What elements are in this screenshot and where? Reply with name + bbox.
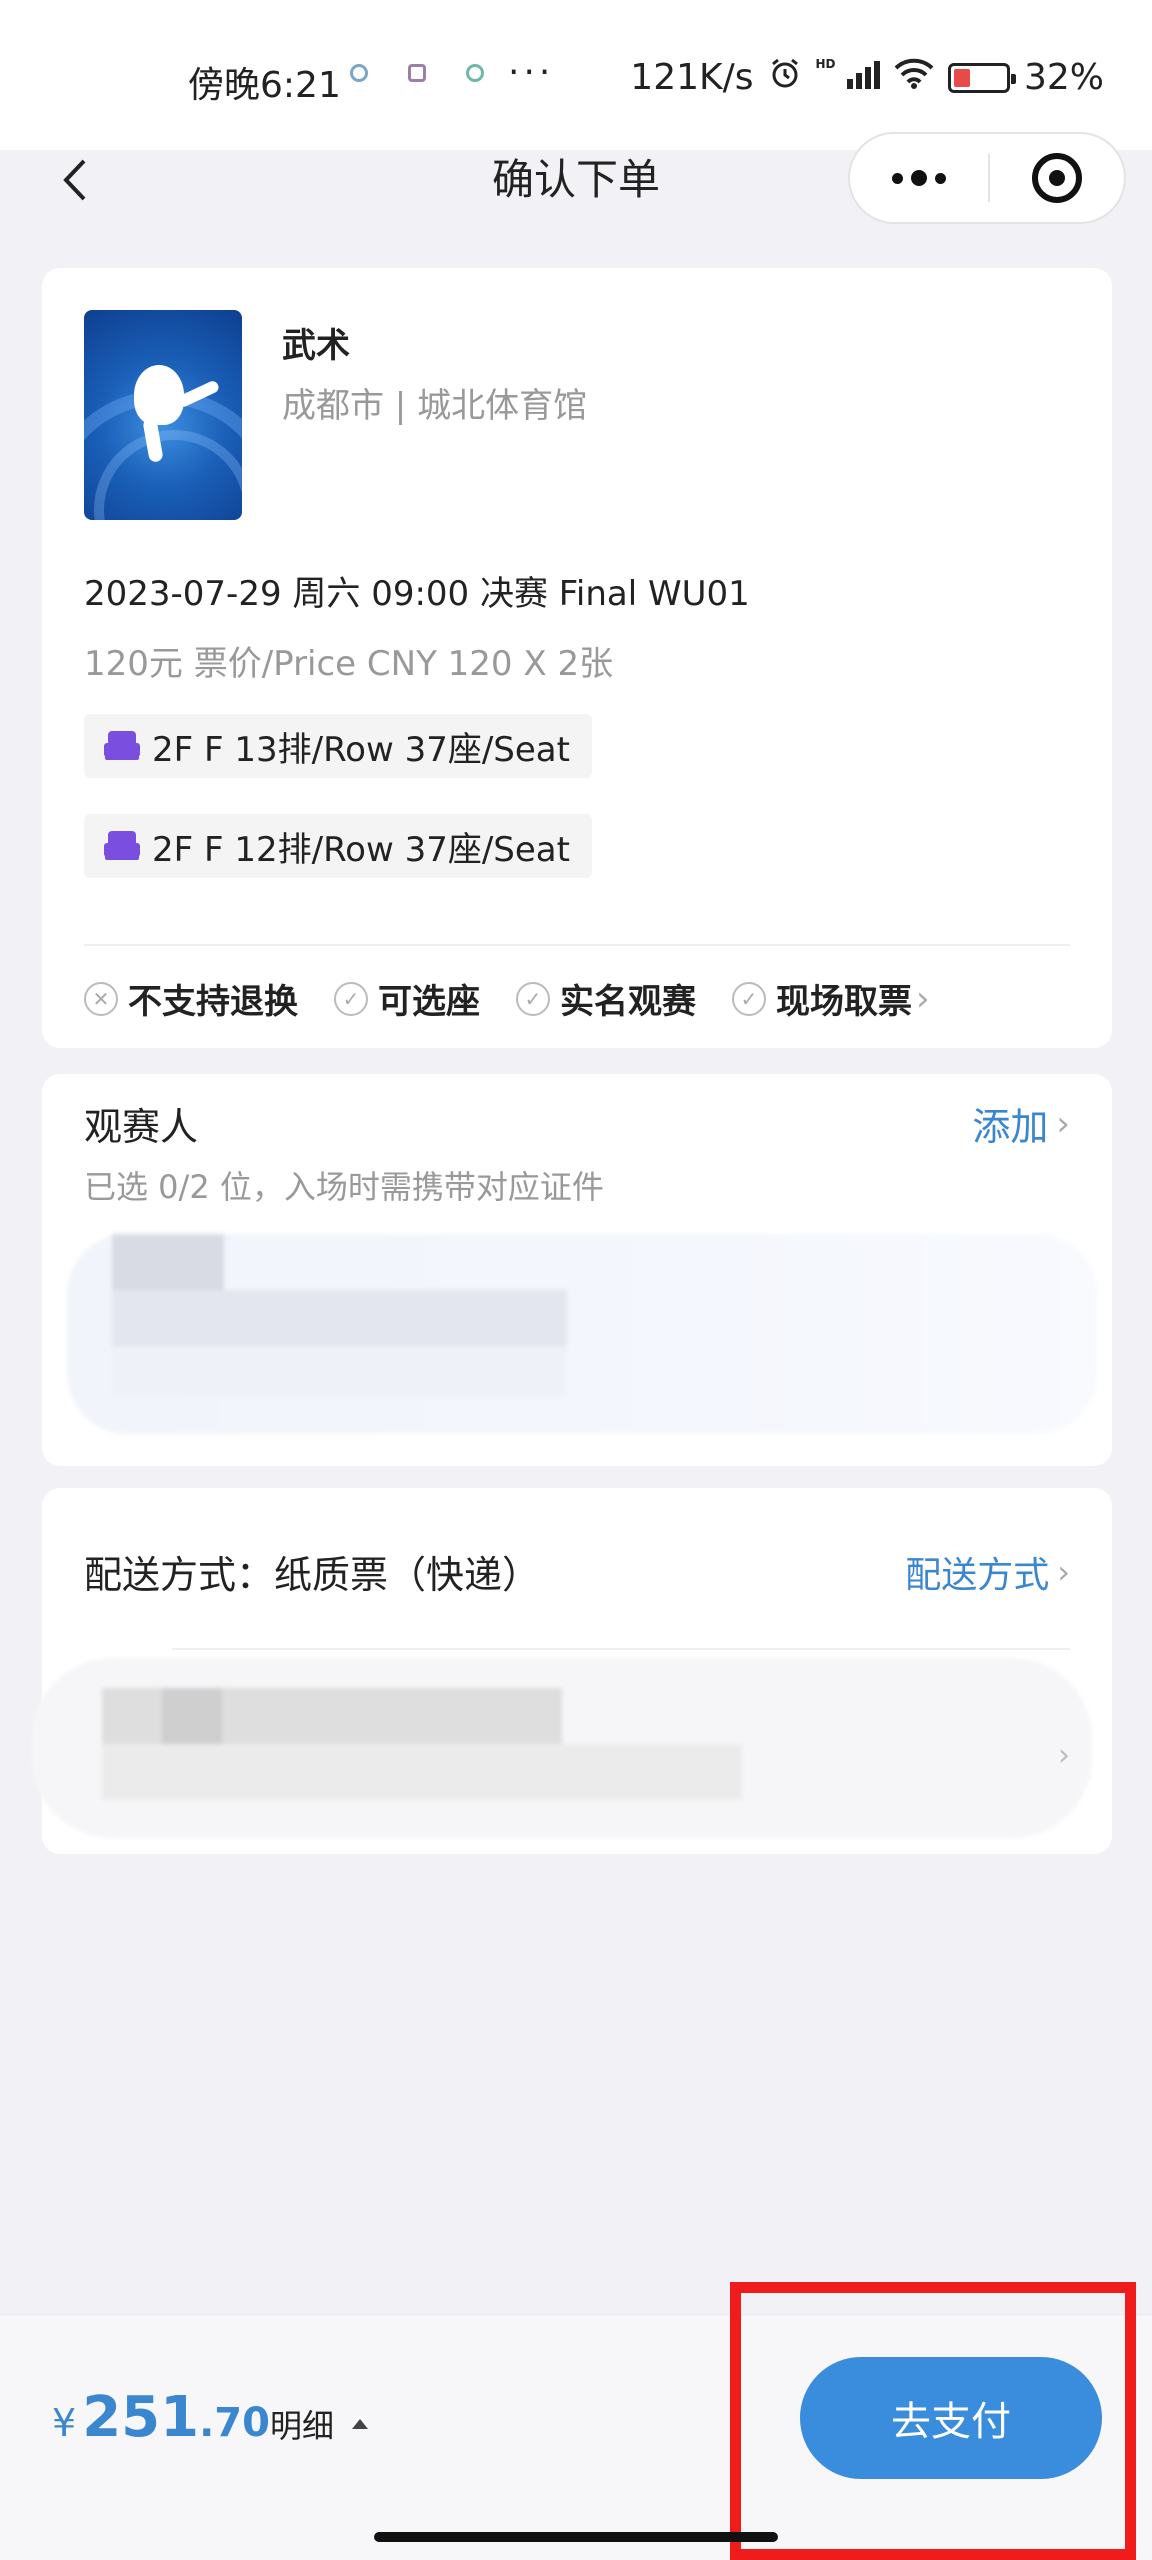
- miniprogram-capsule: [848, 132, 1126, 224]
- divider: [84, 944, 1070, 946]
- feature-label: 实名观赛: [560, 982, 696, 1022]
- seat-label: 2F F 12排/Row 37座/Seat: [152, 829, 570, 870]
- feature-label: 可选座: [378, 982, 480, 1022]
- alarm-icon: [768, 56, 802, 99]
- status-time: 傍晚6:21: [188, 65, 341, 106]
- app-notification-icon: [408, 64, 426, 82]
- event-price: 120元 票价/Price CNY 120 X 2张: [84, 644, 614, 684]
- chevron-right-icon: ›: [1058, 1738, 1070, 1773]
- app-notification-icon: [350, 64, 368, 82]
- event-venue: 成都市 | 城北体育馆: [282, 386, 588, 426]
- delivery-link-label: 配送方式: [905, 1555, 1050, 1596]
- status-right: 121K/s HD 32%: [630, 56, 1104, 99]
- home-indicator: [374, 2532, 778, 2542]
- detail-label: 明细: [270, 2407, 335, 2445]
- check-circle-icon: ✓: [732, 981, 766, 1016]
- dot: [892, 172, 903, 184]
- seat-icon: [104, 731, 140, 761]
- feature-real-name: ✓ 实名观赛: [516, 974, 696, 1023]
- divider: [172, 1648, 1070, 1650]
- feature-seat-selection: ✓ 可选座: [334, 974, 480, 1023]
- spectator-card: 观赛人 已选 0/2 位，入场时需携带对应证件 添加 ›: [42, 1074, 1112, 1466]
- wifi-icon: [894, 57, 934, 98]
- add-label: 添加: [972, 1105, 1049, 1149]
- notification-icons: [350, 64, 484, 82]
- total-price: ¥ 251 .70: [52, 2385, 270, 2450]
- seat-icon: [104, 831, 140, 861]
- check-circle-icon: ✓: [334, 981, 368, 1016]
- event-card: 武术 成都市 | 城北体育馆 2023-07-29 周六 09:00 决赛 Fi…: [42, 268, 1112, 1048]
- app-notification-icon: [466, 64, 484, 82]
- caret-up-icon: [352, 2419, 369, 2429]
- network-speed: 121K/s: [630, 57, 754, 98]
- status-more: ···: [508, 52, 555, 93]
- signal-bars: [846, 59, 880, 89]
- feature-onsite-pickup: ✓ 现场取票 ›: [732, 974, 930, 1023]
- feature-label: 不支持退换: [128, 982, 298, 1022]
- check-circle-icon: ✓: [516, 981, 550, 1016]
- feature-no-refund: ✕ 不支持退换: [84, 974, 298, 1023]
- hd-label: HD: [815, 57, 836, 71]
- delivery-card: 配送方式：纸质票（快递） 配送方式 › ›: [32, 1488, 1112, 1854]
- ticket-features[interactable]: ✕ 不支持退换 ✓ 可选座 ✓ 实名观赛 ✓ 现场取票 ›: [84, 974, 930, 1023]
- delivery-method-button[interactable]: 配送方式 ›: [905, 1546, 1070, 1598]
- event-datetime: 2023-07-29 周六 09:00 决赛 Final WU01: [84, 574, 750, 614]
- chevron-right-icon: ›: [916, 978, 930, 1019]
- seat-label: 2F F 13排/Row 37座/Seat: [152, 729, 570, 770]
- price-decimal: .70: [199, 2400, 270, 2446]
- seat-tag: 2F F 12排/Row 37座/Seat: [84, 814, 592, 878]
- dot: [935, 172, 946, 184]
- currency-symbol: ¥: [52, 2401, 77, 2445]
- spectator-hint: 已选 0/2 位，入场时需携带对应证件: [84, 1168, 604, 1206]
- spectator-title: 观赛人: [84, 1105, 199, 1149]
- status-bar: 傍晚6:21 ··· 121K/s HD 32%: [0, 0, 1152, 150]
- pay-button[interactable]: 去支付: [800, 2357, 1102, 2479]
- chevron-right-icon: ›: [1057, 1553, 1070, 1591]
- more-button[interactable]: [850, 134, 988, 222]
- battery-level: 32%: [1023, 57, 1104, 98]
- add-spectator-button[interactable]: 添加 ›: [972, 1096, 1070, 1151]
- event-title: 武术: [282, 326, 350, 366]
- price-integer: 251: [82, 2385, 200, 2450]
- target-close-icon: [1032, 153, 1082, 203]
- battery-icon: [947, 62, 1016, 93]
- blurred-address[interactable]: [32, 1658, 1092, 1838]
- chevron-right-icon: ›: [1056, 1103, 1070, 1144]
- blurred-spectator-list[interactable]: [67, 1234, 1097, 1434]
- seat-tag: 2F F 13排/Row 37座/Seat: [84, 714, 592, 778]
- delivery-title: 配送方式：纸质票（快递）: [84, 1553, 541, 1597]
- event-poster: [84, 310, 242, 520]
- bottom-bar: ¥ 251 .70 明细 去支付: [0, 2314, 1152, 2560]
- x-circle-icon: ✕: [84, 981, 118, 1016]
- dot: [911, 170, 927, 186]
- close-miniprogram-button[interactable]: [990, 153, 1124, 203]
- signal-icon: HD: [816, 57, 880, 98]
- feature-label: 现场取票: [776, 982, 912, 1022]
- price-detail-button[interactable]: 明细: [270, 2401, 369, 2447]
